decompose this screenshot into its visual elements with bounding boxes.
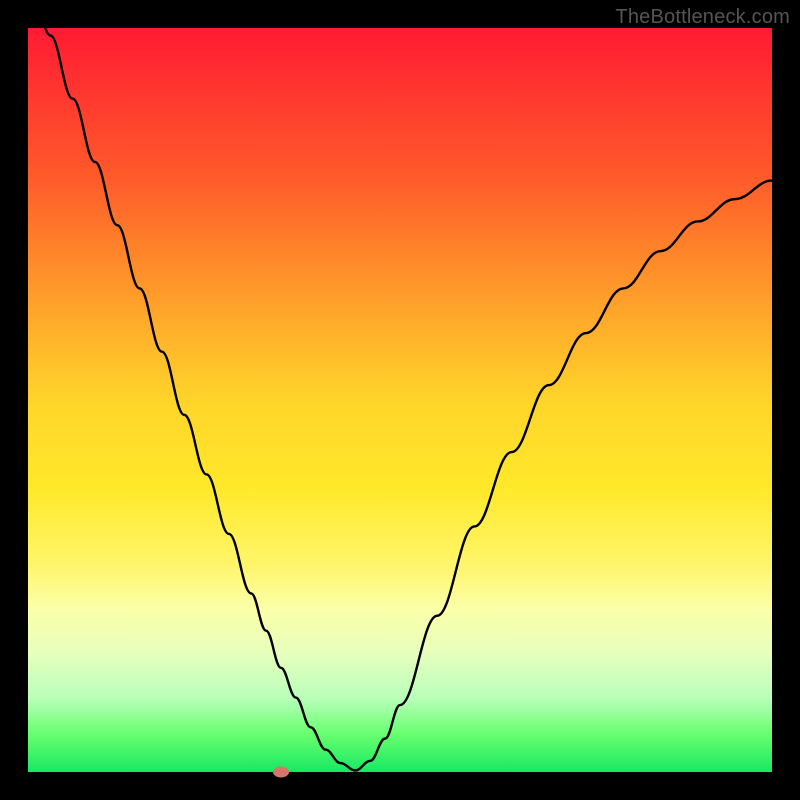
optimal-marker xyxy=(273,767,289,778)
plot-area xyxy=(28,28,772,772)
bottleneck-curve xyxy=(28,28,772,771)
curve-svg xyxy=(28,28,772,772)
chart-frame: TheBottleneck.com xyxy=(0,0,800,800)
watermark-text: TheBottleneck.com xyxy=(615,6,790,29)
